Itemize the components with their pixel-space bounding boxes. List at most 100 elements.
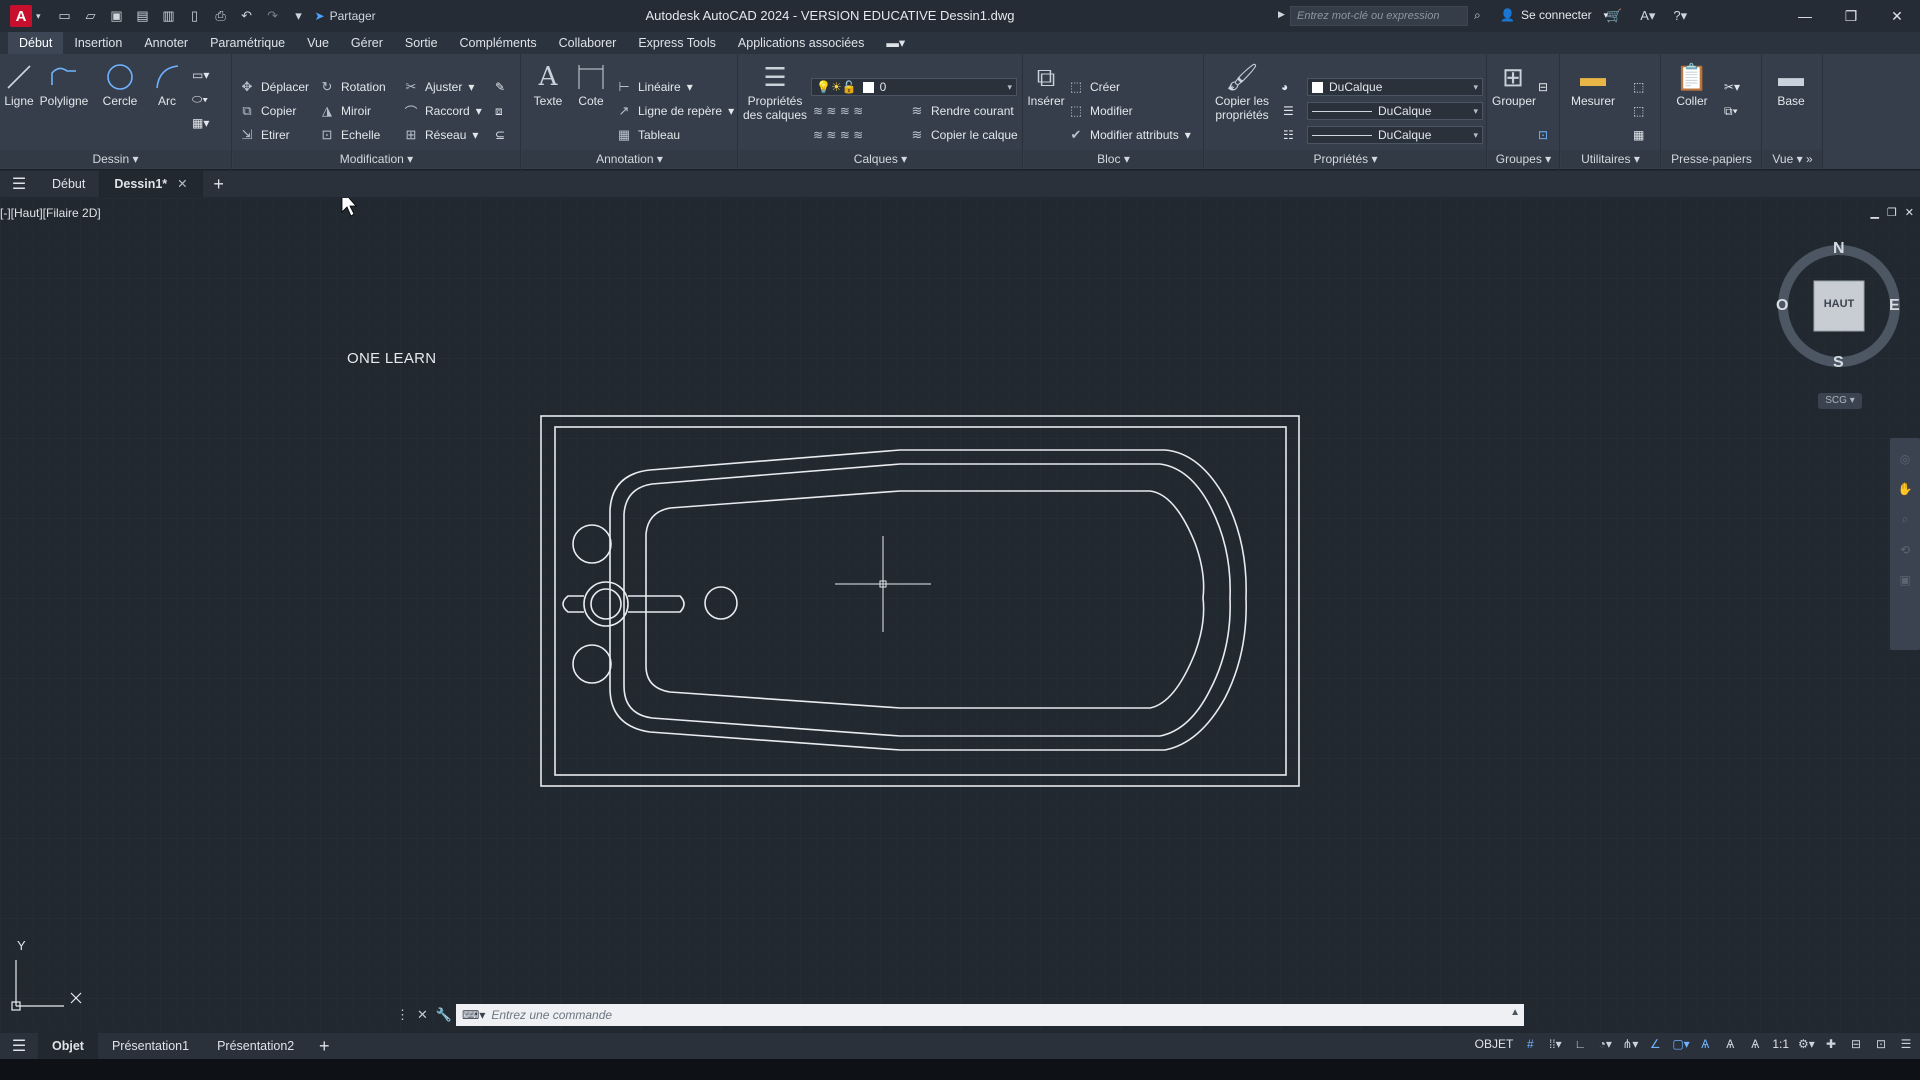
- viewcube-north[interactable]: N: [1833, 240, 1845, 258]
- orbit-icon[interactable]: ⟲: [1890, 543, 1920, 557]
- calculator-icon[interactable]: ▦: [1633, 126, 1644, 144]
- save-icon[interactable]: ▣: [109, 8, 125, 24]
- autocad-logo[interactable]: A: [10, 5, 32, 27]
- panel-utilitaires-title[interactable]: Utilitaires ▾: [1561, 150, 1660, 168]
- zoom-extents-icon[interactable]: ⌕: [1890, 512, 1920, 527]
- ortho-icon[interactable]: ∟: [1572, 1037, 1588, 1051]
- publish-icon[interactable]: ▯: [187, 8, 203, 24]
- panel-vue-title[interactable]: Vue ▾ »: [1763, 150, 1822, 168]
- etirer-button[interactable]: ⇲ Etirer: [239, 126, 290, 144]
- tableau-button[interactable]: ▦ Tableau: [616, 126, 680, 144]
- viewcube-south[interactable]: S: [1833, 354, 1844, 372]
- autodesk-app-icon[interactable]: A▾: [1640, 8, 1655, 24]
- viewcube-west[interactable]: O: [1776, 297, 1788, 315]
- drawing-text-one-learn[interactable]: ONE LEARN: [347, 350, 436, 367]
- model-space-label[interactable]: OBJET: [1475, 1037, 1514, 1051]
- help-icon[interactable]: ?▾: [1673, 8, 1687, 24]
- vp-restore-icon[interactable]: ❐: [1887, 206, 1897, 219]
- undo-icon[interactable]: ↶: [239, 8, 255, 24]
- isometric-icon[interactable]: ⋔▾: [1622, 1037, 1638, 1051]
- layout-tabs-menu-icon[interactable]: ☰: [0, 1036, 38, 1056]
- echelle-button[interactable]: ⊡ Echelle: [319, 126, 381, 144]
- group-select-icon[interactable]: ⊡: [1538, 126, 1548, 144]
- cut-icon[interactable]: ✂▾: [1724, 78, 1740, 96]
- grouper-button[interactable]: ⊞ Grouper: [1492, 60, 1536, 108]
- pan-icon[interactable]: ✋: [1890, 482, 1920, 496]
- polar-tracking-icon[interactable]: ◔▾: [1597, 1037, 1613, 1051]
- recent-commands-icon[interactable]: ⌨▾: [462, 1008, 485, 1022]
- linetype-icon[interactable]: ☰: [1283, 102, 1294, 120]
- tab-presentation1[interactable]: Présentation1: [98, 1033, 203, 1059]
- minimize-icon[interactable]: —: [1782, 0, 1828, 32]
- lineaire-button[interactable]: ⊢ Linéaire ▾: [616, 78, 692, 96]
- vp-close-icon[interactable]: ✕: [1905, 206, 1914, 219]
- cart-icon[interactable]: 🛒: [1606, 8, 1622, 24]
- tab-sortie[interactable]: Sortie: [394, 32, 449, 54]
- raccord-button[interactable]: ⌒ Raccord ▾: [403, 102, 481, 120]
- lineweight-icon[interactable]: ☷: [1283, 126, 1294, 144]
- ligne-button[interactable]: Ligne: [2, 60, 36, 108]
- ligne-repere-button[interactable]: ↗ Ligne de repère ▾: [616, 102, 735, 120]
- tab-vue[interactable]: Vue: [296, 32, 340, 54]
- tab-complements[interactable]: Compléments: [449, 32, 548, 54]
- lineweight-dropdown[interactable]: DuCalque ▾: [1307, 126, 1483, 144]
- restore-icon[interactable]: ❐: [1828, 0, 1874, 32]
- viewport-controls-label[interactable]: [-][Haut][Filaire 2D]: [0, 206, 101, 220]
- cote-button[interactable]: Cote: [572, 60, 610, 108]
- qat-customize-icon[interactable]: ▾: [291, 8, 307, 24]
- layer-tools-row1-icons[interactable]: ≋ ≋ ≋ ≋: [813, 102, 863, 120]
- search-expand-icon[interactable]: ▶: [1278, 9, 1285, 20]
- panel-modification-title[interactable]: Modification ▾: [233, 150, 520, 168]
- cercle-button[interactable]: Cercle: [100, 60, 140, 108]
- object-snap-tracking-icon[interactable]: ∠: [1647, 1037, 1663, 1051]
- rendre-courant-button[interactable]: ≋ Rendre courant: [909, 102, 1014, 120]
- panel-bloc-title[interactable]: Bloc ▾: [1024, 150, 1203, 168]
- showmotion-icon[interactable]: ▣: [1890, 573, 1920, 587]
- proprietes-calques-button[interactable]: ☰ Propriétés des calques: [741, 60, 809, 122]
- tab-debut[interactable]: Début: [8, 32, 64, 54]
- panel-presse-papiers-title[interactable]: Presse-papiers: [1662, 150, 1761, 168]
- modifier-button[interactable]: ⬚ Modifier: [1068, 102, 1133, 120]
- auto-scale-icon[interactable]: Ѧ: [1722, 1037, 1738, 1051]
- close-command-line-icon[interactable]: ✕: [417, 1007, 428, 1023]
- save-cloud-icon[interactable]: ▥: [161, 8, 177, 24]
- reseau-button[interactable]: ⊞ Réseau ▾: [403, 126, 479, 144]
- open-folder-icon[interactable]: ▱: [83, 8, 99, 24]
- new-file-icon[interactable]: ▭: [57, 8, 73, 24]
- panel-proprietes-title[interactable]: Propriétés ▾: [1205, 150, 1486, 168]
- ajuster-button[interactable]: ✂ Ajuster ▾: [403, 78, 475, 96]
- ungroup-icon[interactable]: ⊟: [1538, 78, 1548, 96]
- erase-icon[interactable]: ✎: [495, 78, 505, 96]
- ribbon-display-toggle-icon[interactable]: ▬▾: [875, 32, 916, 54]
- tab-annoter[interactable]: Annoter: [133, 32, 199, 54]
- polyligne-button[interactable]: Polyligne: [38, 60, 90, 108]
- print-icon[interactable]: ⎙: [213, 8, 229, 24]
- modifier-attributs-button[interactable]: ✔ Modifier attributs ▾: [1068, 126, 1191, 144]
- wcs-menu-button[interactable]: SCG ▾: [1818, 393, 1862, 409]
- quick-select-icon[interactable]: ⬚: [1633, 78, 1644, 96]
- miroir-button[interactable]: ◮ Miroir: [319, 102, 371, 120]
- share-button[interactable]: ➤ Partager: [315, 9, 376, 23]
- tab-express-tools[interactable]: Express Tools: [627, 32, 727, 54]
- snap-icon[interactable]: ⁞⁞▾: [1547, 1037, 1563, 1051]
- explode-icon[interactable]: ⧈: [495, 102, 503, 120]
- panel-annotation-title[interactable]: Annotation ▾: [522, 150, 737, 168]
- texte-button[interactable]: A Texte: [530, 60, 566, 108]
- coller-button[interactable]: 📋 Coller: [1670, 60, 1714, 108]
- offset-icon[interactable]: ⊆: [495, 126, 505, 144]
- tab-presentation2[interactable]: Présentation2: [203, 1033, 308, 1059]
- annotation-visibility-icon[interactable]: Ѧ: [1697, 1037, 1713, 1051]
- arc-button[interactable]: Arc: [152, 60, 182, 108]
- app-menu-caret-icon[interactable]: ▾: [36, 11, 41, 22]
- copy-clip-icon[interactable]: ⧉▾: [1724, 102, 1738, 120]
- color-dropdown[interactable]: DuCalque ▾: [1307, 78, 1483, 96]
- mesurer-button[interactable]: ▬ Mesurer: [1565, 60, 1621, 108]
- command-input[interactable]: ⌨▾ Entrez une commande: [456, 1004, 1524, 1026]
- steeringwheel-icon[interactable]: ◎: [1890, 452, 1920, 466]
- viewcube-face-haut[interactable]: HAUT: [1814, 298, 1864, 310]
- customize-icon[interactable]: 🔧: [436, 1007, 452, 1023]
- close-tab-icon[interactable]: ✕: [177, 171, 187, 197]
- scale-value[interactable]: 1:1: [1772, 1037, 1789, 1051]
- object-snap-icon[interactable]: ▢▾: [1672, 1037, 1689, 1051]
- inserer-button[interactable]: ⧉ Insérer: [1026, 60, 1066, 108]
